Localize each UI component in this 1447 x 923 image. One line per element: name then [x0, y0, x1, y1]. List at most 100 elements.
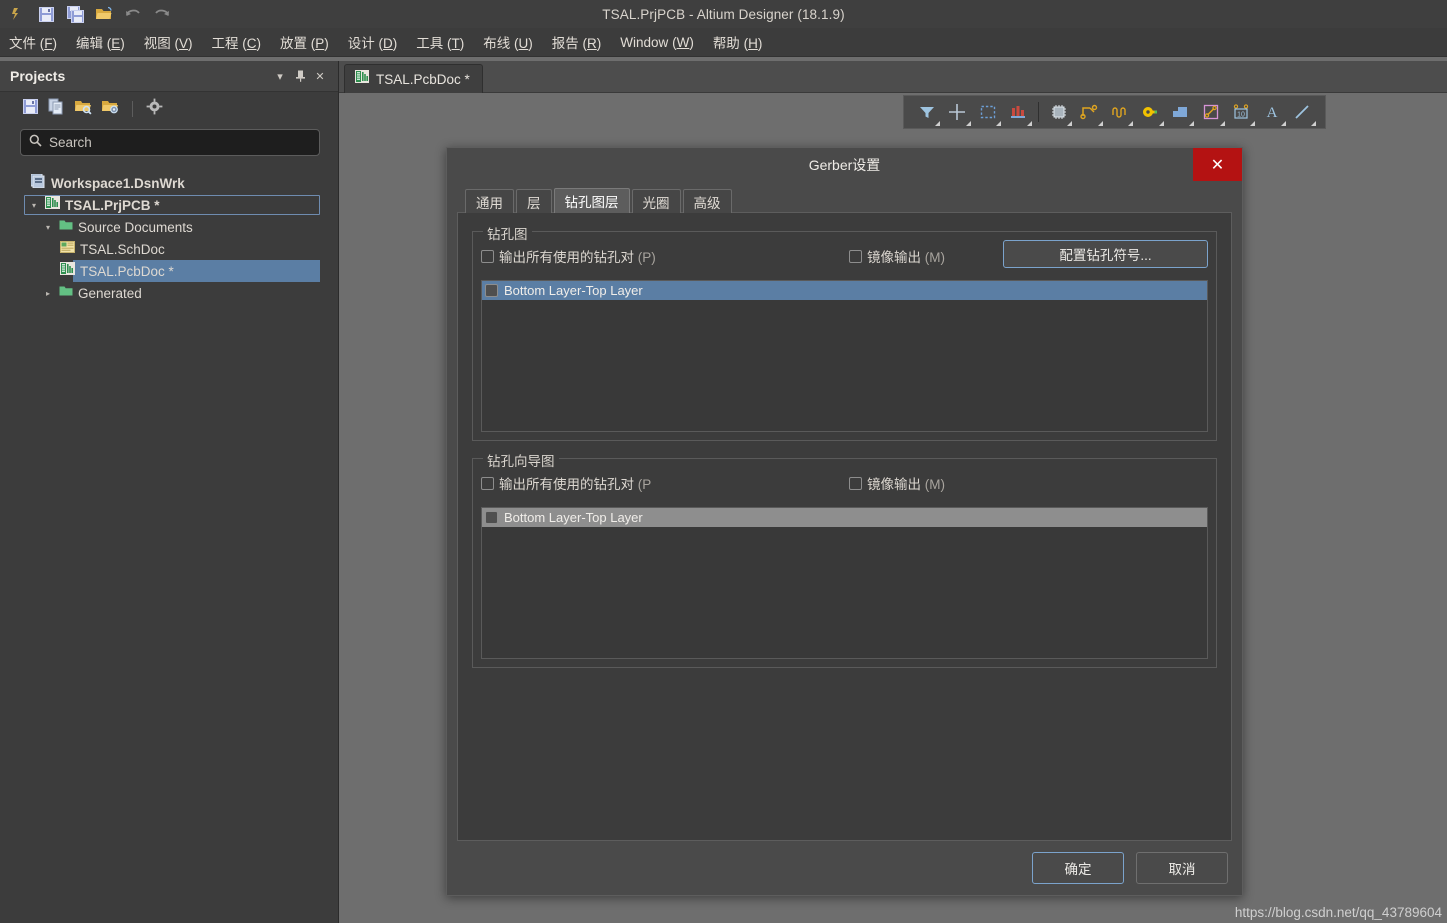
- menu-item-help[interactable]: 帮助 (H): [704, 28, 772, 56]
- tree-item-label: Workspace1.DsnWrk: [51, 175, 185, 191]
- open-project-icon[interactable]: [74, 98, 92, 120]
- document-tab-strip: TSAL.PcbDoc *: [339, 61, 1447, 93]
- tree-item-schdoc[interactable]: TSAL.SchDoc: [10, 238, 338, 260]
- tree-item-label: Source Documents: [78, 219, 193, 235]
- checkbox-label: 输出所有使用的钻孔对 (P: [499, 477, 652, 492]
- tree-item-pcbdoc[interactable]: TSAL.PcbDoc *: [10, 260, 338, 282]
- layer-stack-icon[interactable]: [1003, 97, 1032, 127]
- drill-drawing-output-all-pairs-checkbox[interactable]: 输出所有使用的钻孔对 (P): [481, 246, 656, 266]
- pcb-tools-toolbar: 10 A: [903, 95, 1326, 129]
- drill-drawing-group-label: 钻孔图: [483, 223, 532, 243]
- tree-expander[interactable]: ▾: [28, 199, 40, 211]
- panel-dropdown-icon[interactable]: ▾: [270, 66, 290, 86]
- row-checkbox[interactable]: [485, 511, 498, 524]
- list-item[interactable]: Bottom Layer-Top Layer: [482, 508, 1207, 527]
- menu-item-design[interactable]: 设计 (D): [339, 28, 407, 56]
- pcb-project-icon: [45, 196, 60, 214]
- tab-general[interactable]: 通用: [465, 189, 514, 213]
- tree-item-source-documents[interactable]: ▾ Source Documents: [10, 216, 338, 238]
- place-via-icon[interactable]: [1135, 97, 1164, 127]
- checkbox-label: 输出所有使用的钻孔对 (P): [499, 250, 656, 265]
- crosshair-icon[interactable]: [942, 97, 971, 127]
- menu-item-window[interactable]: Window (W): [611, 31, 703, 54]
- drill-guide-options-row: 输出所有使用的钻孔对 (P 镜像输出 (M): [481, 471, 1208, 495]
- checkbox-label: 镜像输出 (M): [867, 250, 946, 265]
- cancel-button[interactable]: 取消: [1136, 852, 1228, 884]
- save-project-icon[interactable]: [22, 98, 39, 120]
- menu-item-reports[interactable]: 报告 (R): [543, 28, 611, 56]
- tree-item-label: TSAL.SchDoc: [80, 241, 165, 257]
- open-folder-icon[interactable]: [91, 2, 117, 26]
- drill-drawing-mirror-output-checkbox[interactable]: 镜像输出 (M): [849, 246, 945, 266]
- place-pad-icon[interactable]: [1196, 97, 1225, 127]
- search-placeholder: Search: [49, 135, 92, 150]
- selection-rectangle-icon[interactable]: [973, 97, 1002, 127]
- tab-drill-drawing[interactable]: 钻孔图层: [553, 188, 630, 213]
- projects-panel-header: Projects ▾ ✕: [0, 61, 338, 92]
- gerber-setup-dialog: Gerber设置 ✕ 通用 层 钻孔图层 光圈 高级 钻孔图 输出所有使用的钻孔…: [446, 147, 1243, 896]
- drill-guide-group: 钻孔向导图 输出所有使用的钻孔对 (P 镜像输出 (M) Bottom Laye…: [472, 450, 1217, 668]
- configure-drill-symbols-button[interactable]: 配置钻孔符号...: [1003, 240, 1208, 268]
- tree-expander[interactable]: ▸: [42, 287, 54, 299]
- tree-item-workspace[interactable]: Workspace1.DsnWrk: [10, 172, 338, 194]
- panel-pin-icon[interactable]: [290, 66, 310, 86]
- drill-guide-layer-pairs-list[interactable]: Bottom Layer-Top Layer: [481, 507, 1208, 659]
- ok-button[interactable]: 确定: [1032, 852, 1124, 884]
- place-text-icon[interactable]: A: [1257, 97, 1286, 127]
- list-item[interactable]: Bottom Layer-Top Layer: [482, 281, 1207, 300]
- folder-icon: [59, 284, 73, 302]
- altium-designer-window: TSAL.PrjPCB - Altium Designer (18.1.9) 文…: [0, 0, 1447, 923]
- row-checkbox[interactable]: [485, 284, 498, 297]
- drill-guide-output-all-pairs-checkbox[interactable]: 输出所有使用的钻孔对 (P: [481, 473, 651, 493]
- meander-route-icon[interactable]: [1105, 97, 1134, 127]
- dialog-title-bar: Gerber设置 ✕: [447, 148, 1242, 181]
- search-input[interactable]: Search: [20, 129, 320, 156]
- filter-funnel-icon[interactable]: [912, 97, 941, 127]
- place-dimension-icon[interactable]: 10: [1227, 97, 1256, 127]
- search-area: Search: [0, 125, 338, 156]
- copy-documents-icon[interactable]: [48, 98, 65, 120]
- redo-icon[interactable]: [149, 2, 175, 26]
- place-component-icon[interactable]: [1044, 97, 1073, 127]
- app-logo-icon[interactable]: [4, 2, 30, 26]
- tab-apertures[interactable]: 光圈: [631, 189, 681, 213]
- menu-item-place[interactable]: 放置 (P): [271, 28, 338, 56]
- drill-drawing-layer-pairs-list[interactable]: Bottom Layer-Top Layer: [481, 280, 1208, 432]
- menu-item-project[interactable]: 工程 (C): [203, 28, 271, 56]
- toolbar-separator: [132, 100, 133, 117]
- tree-item-generated[interactable]: ▸ Generated: [10, 282, 338, 304]
- panel-close-icon[interactable]: ✕: [310, 66, 330, 86]
- pcb-doc-icon: [60, 262, 75, 280]
- undo-icon[interactable]: [120, 2, 146, 26]
- tree-item-prjpcb[interactable]: ▾ TSAL.PrjPCB *: [10, 194, 338, 216]
- project-options-icon[interactable]: [101, 98, 119, 120]
- place-polygon-icon[interactable]: [1166, 97, 1195, 127]
- projects-panel: Projects ▾ ✕ Search Workspace1.DsnWrk ▾ …: [0, 61, 339, 923]
- menu-item-view[interactable]: 视图 (V): [135, 28, 202, 56]
- place-line-icon[interactable]: [1288, 97, 1317, 127]
- list-item-label: Bottom Layer-Top Layer: [504, 510, 643, 525]
- drill-guide-mirror-output-checkbox[interactable]: 镜像输出 (M): [849, 473, 945, 493]
- tab-layers[interactable]: 层: [516, 189, 552, 213]
- tree-item-label: TSAL.PcbDoc *: [80, 263, 174, 279]
- settings-gear-icon[interactable]: [146, 98, 163, 120]
- tab-advanced[interactable]: 高级: [682, 189, 732, 213]
- menu-item-route[interactable]: 布线 (U): [474, 28, 542, 56]
- close-icon[interactable]: ✕: [1193, 148, 1242, 181]
- interactive-routing-icon[interactable]: [1074, 97, 1103, 127]
- svg-text:A: A: [1266, 105, 1277, 121]
- menu-item-file[interactable]: 文件 (F): [0, 28, 66, 56]
- tree-expander[interactable]: [14, 177, 26, 189]
- tree-expander[interactable]: ▾: [42, 221, 54, 233]
- schematic-icon: [60, 240, 75, 258]
- save-all-icon[interactable]: [62, 2, 88, 26]
- checkbox-box: [481, 249, 494, 263]
- save-icon[interactable]: [33, 2, 59, 26]
- list-item-label: Bottom Layer-Top Layer: [504, 283, 643, 298]
- document-tab-pcbdoc[interactable]: TSAL.PcbDoc *: [344, 64, 483, 93]
- workspace-icon: [30, 173, 46, 193]
- menu-item-tools[interactable]: 工具 (T): [407, 28, 473, 56]
- menu-item-edit[interactable]: 编辑 (E): [67, 28, 134, 56]
- tree-item-label: TSAL.PrjPCB *: [65, 197, 160, 213]
- pcb-doc-icon: [355, 70, 369, 88]
